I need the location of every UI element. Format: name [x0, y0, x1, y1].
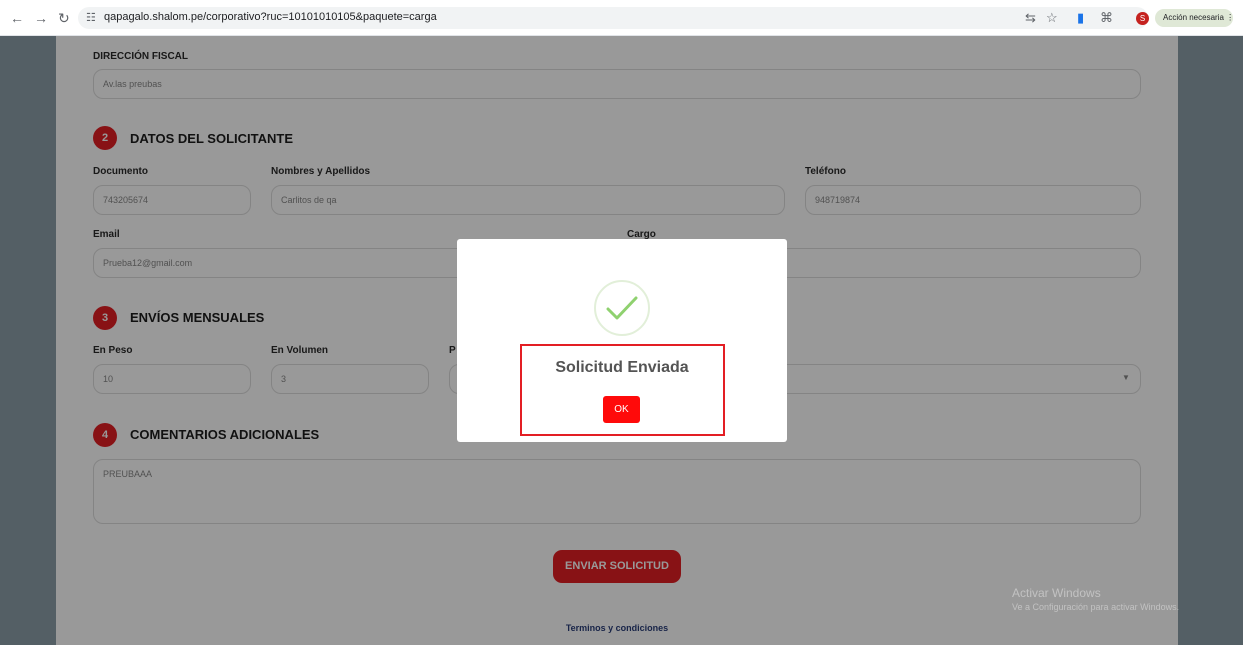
action-needed-button[interactable]: Acción necesaria ⋮: [1155, 9, 1234, 27]
action-needed-label: Acción necesaria: [1163, 13, 1224, 22]
watermark-title: Activar Windows: [1012, 586, 1101, 600]
reload-icon[interactable]: ↻: [58, 10, 70, 27]
extension-icon[interactable]: ▮: [1077, 10, 1084, 26]
profile-avatar[interactable]: S: [1136, 12, 1149, 25]
extensions-puzzle-icon[interactable]: ⌘: [1100, 10, 1113, 26]
watermark-subtitle: Ve a Configuración para activar Windows.: [1012, 602, 1180, 612]
url-text[interactable]: qapagalo.shalom.pe/corporativo?ruc=10101…: [104, 11, 437, 23]
address-bar[interactable]: ☷ qapagalo.shalom.pe/corporativo?ruc=101…: [78, 7, 1148, 29]
site-info-icon[interactable]: ☷: [86, 11, 96, 24]
annotation-highlight-box: [520, 344, 725, 436]
browser-toolbar: ← → ↻ ☷ qapagalo.shalom.pe/corporativo?r…: [0, 0, 1243, 36]
bookmark-star-icon[interactable]: ☆: [1046, 10, 1058, 26]
check-circle-icon: [594, 280, 650, 336]
back-icon[interactable]: ←: [10, 10, 24, 26]
windows-activation-watermark: Activar Windows Ve a Configuración para …: [1012, 586, 1179, 614]
translate-icon[interactable]: ⇆: [1025, 10, 1036, 26]
checkmark-icon: [606, 296, 638, 320]
forward-icon[interactable]: →: [34, 10, 48, 26]
